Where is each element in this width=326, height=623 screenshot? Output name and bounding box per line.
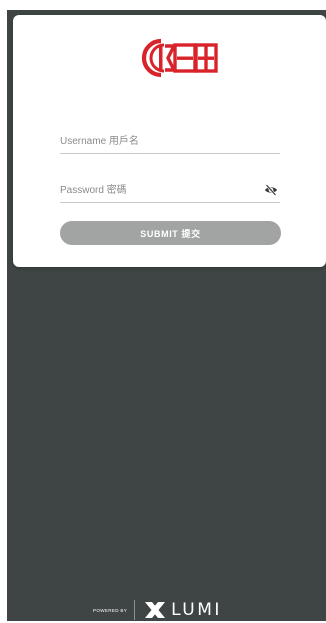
login-card: SUBMIT 提交 <box>13 15 326 267</box>
password-input[interactable] <box>60 180 250 201</box>
username-input[interactable] <box>60 131 250 152</box>
powered-by-text: POWERED BY <box>93 607 128 613</box>
powered-by-footer: POWERED BY LUMI <box>93 597 222 623</box>
lumi-brand-text: LUMI <box>171 600 222 620</box>
ckh-logo <box>141 38 218 78</box>
footer-divider <box>134 600 136 620</box>
submit-button[interactable]: SUBMIT 提交 <box>60 221 281 245</box>
lumi-x-icon <box>145 602 166 618</box>
password-field <box>60 180 280 203</box>
username-field <box>60 131 280 154</box>
submit-button-label: SUBMIT 提交 <box>140 228 201 239</box>
eye-slash-icon[interactable] <box>264 184 278 196</box>
